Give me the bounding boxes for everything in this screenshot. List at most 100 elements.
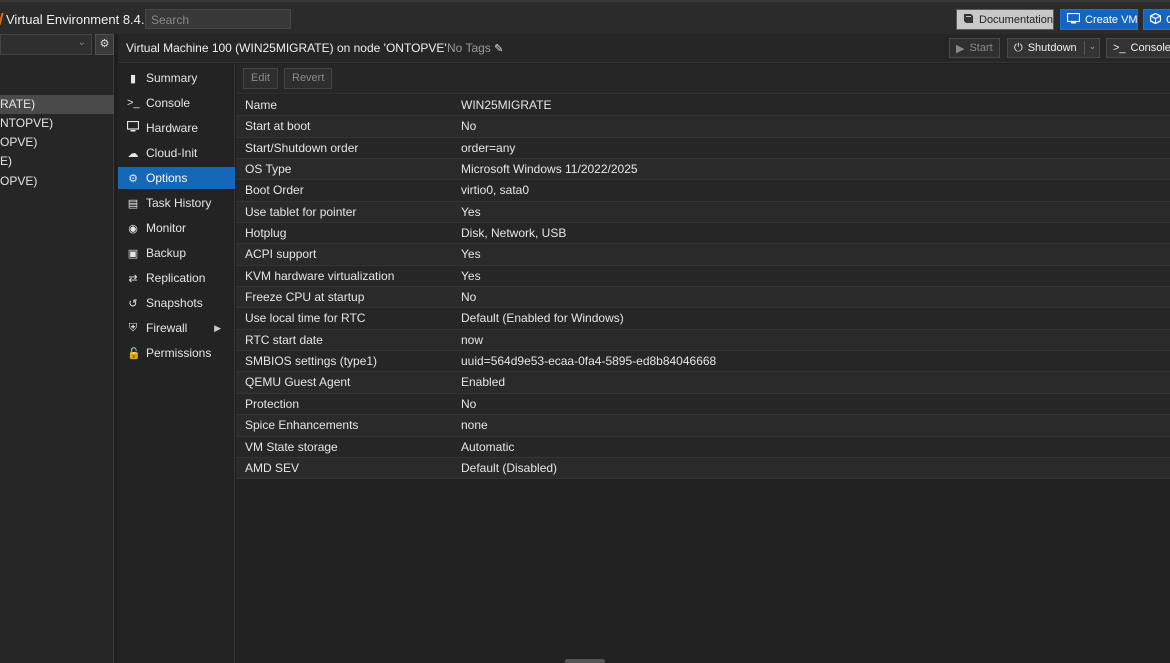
- table-row[interactable]: Use local time for RTC Default (Enabled f…: [236, 308, 1170, 330]
- vm-tags[interactable]: No Tags ✎: [447, 41, 503, 55]
- horizontal-scrollbar[interactable]: [565, 659, 605, 663]
- console-label: Console: [1130, 42, 1170, 54]
- nav-item-label: Snapshots: [146, 296, 203, 310]
- nav-item-snapshots[interactable]: ↺ Snapshots: [118, 292, 235, 314]
- edit-button[interactable]: Edit: [243, 68, 278, 89]
- nav-item-options[interactable]: ⚙ Options: [118, 167, 235, 189]
- option-key: Hotplug: [245, 226, 287, 241]
- nav-item-monitor[interactable]: ◉ Monitor: [118, 217, 235, 239]
- start-button[interactable]: ▶ Start: [949, 38, 1000, 58]
- nav-item-backup[interactable]: ▣ Backup: [118, 242, 235, 264]
- nav-item-cloud-init[interactable]: ☁ Cloud-Init: [118, 142, 235, 164]
- pencil-icon[interactable]: ✎: [494, 43, 503, 55]
- nav-item-label: Cloud-Init: [146, 146, 198, 160]
- documentation-label: Documentation: [979, 13, 1053, 26]
- table-row[interactable]: RTC start date now: [236, 329, 1170, 352]
- documentation-button[interactable]: Documentation: [956, 9, 1054, 30]
- nav-item-label: Replication: [146, 271, 206, 285]
- option-value: WIN25MIGRATE: [461, 98, 552, 112]
- option-key: Start at boot: [245, 119, 311, 134]
- nav-item-permissions[interactable]: 🔓 Permissions: [118, 342, 235, 364]
- top-header: Virtual Environment 8.4.1 Search Documen…: [0, 0, 1170, 34]
- vm-side-nav: ▮ Summary >_ Console Hardware ☁ Cloud-In…: [118, 64, 235, 663]
- table-row[interactable]: Start at boot No: [236, 116, 1170, 138]
- shield-icon: ⛨: [128, 321, 138, 334]
- play-icon: ▶: [956, 42, 965, 55]
- terminal-icon: >_: [127, 97, 140, 109]
- table-row[interactable]: Freeze CPU at startup No: [236, 287, 1170, 309]
- option-value: order=any: [461, 140, 516, 155]
- table-row[interactable]: Name WIN25MIGRATE: [236, 95, 1170, 117]
- vm-header-bar: Virtual Machine 100 (WIN25MIGRATE) on no…: [118, 34, 1170, 63]
- table-row[interactable]: Hotplug Disk, Network, USB: [236, 223, 1170, 245]
- table-row[interactable]: Spice Enhancements none: [236, 415, 1170, 437]
- option-key: Spice Enhancements: [245, 418, 359, 433]
- nav-item-label: Monitor: [146, 221, 187, 235]
- nav-item-summary[interactable]: ▮ Summary: [118, 67, 235, 89]
- tags-label: No Tags: [447, 41, 491, 55]
- table-row[interactable]: VM State storage Automatic: [236, 436, 1170, 458]
- proxmox-logo-icon: [0, 13, 6, 25]
- table-row[interactable]: SMBIOS settings (type1) uuid=564d9e53-eca…: [236, 351, 1170, 373]
- nav-item-task-history[interactable]: ▤ Task History: [118, 192, 235, 214]
- expand-arrow-icon[interactable]: ▶: [214, 323, 221, 334]
- option-value: Yes: [461, 247, 481, 262]
- search-input[interactable]: Search: [145, 9, 291, 29]
- nav-item-label: Firewall: [146, 321, 188, 335]
- option-value: none: [461, 418, 488, 433]
- table-row[interactable]: Boot Order virtio0, sata0: [236, 180, 1170, 202]
- console-button[interactable]: >_ Console: [1106, 38, 1170, 58]
- option-key: KVM hardware virtualization: [245, 268, 395, 283]
- create-ct-button[interactable]: C: [1143, 9, 1170, 30]
- table-row[interactable]: KVM hardware virtualization Yes: [236, 265, 1170, 288]
- table-row[interactable]: Start/Shutdown order order=any: [236, 137, 1170, 160]
- chevron-down-icon: ⌄: [77, 37, 86, 48]
- nav-item-label: Summary: [146, 71, 198, 85]
- options-toolbar: Edit Revert: [236, 64, 1170, 94]
- nav-item-hardware[interactable]: Hardware: [118, 117, 235, 139]
- tree-item[interactable]: OPVE): [0, 172, 114, 191]
- option-key: Use local time for RTC: [245, 311, 366, 326]
- nav-item-replication[interactable]: ⇄ Replication: [118, 267, 235, 289]
- tree-item[interactable]: OPVE): [0, 133, 114, 152]
- table-row[interactable]: Protection No: [236, 393, 1170, 416]
- nav-item-firewall[interactable]: ⛨ Firewall ▶: [118, 317, 235, 339]
- option-key: Protection: [245, 396, 300, 411]
- nav-item-label: Options: [146, 171, 188, 185]
- table-row[interactable]: QEMU Guest Agent Enabled: [236, 372, 1170, 394]
- chevron-down-icon[interactable]: ⌄: [1083, 41, 1096, 55]
- gear-icon: ⚙: [99, 38, 110, 50]
- nav-item-console[interactable]: >_ Console: [118, 92, 235, 114]
- shutdown-button[interactable]: ⏻ Shutdown ⌄: [1007, 38, 1100, 58]
- create-vm-button[interactable]: Create VM: [1060, 9, 1138, 30]
- table-row[interactable]: OS Type Microsoft Windows 11/2022/2025: [236, 159, 1170, 181]
- server-view-select[interactable]: ⌄: [0, 34, 92, 55]
- option-key: AMD SEV: [245, 460, 300, 475]
- tree-item-vm-100[interactable]: RATE): [0, 95, 114, 114]
- option-value: Disk, Network, USB: [461, 226, 567, 241]
- nav-item-label: Backup: [146, 246, 187, 260]
- option-key: Use tablet for pointer: [245, 204, 357, 219]
- list-icon: ▤: [127, 197, 139, 210]
- floppy-icon: ▣: [127, 247, 139, 260]
- option-key: OS Type: [245, 162, 292, 177]
- option-value: uuid=564d9e53-ecaa-0fa4-5895-ed8b8404666…: [461, 354, 717, 369]
- table-row[interactable]: Use tablet for pointer Yes: [236, 201, 1170, 224]
- option-value: No: [461, 119, 477, 134]
- gear-icon: ⚙: [128, 172, 138, 185]
- revert-button[interactable]: Revert: [284, 68, 333, 89]
- tree-item[interactable]: E): [0, 152, 114, 171]
- option-value: virtio0, sata0: [461, 183, 530, 198]
- option-key: Boot Order: [245, 183, 304, 198]
- option-value: Default (Enabled for Windows): [461, 311, 624, 326]
- vm-title: Virtual Machine 100 (WIN25MIGRATE) on no…: [126, 41, 447, 55]
- table-row[interactable]: ACPI support Yes: [236, 244, 1170, 266]
- table-row[interactable]: AMD SEV Default (Disabled): [236, 457, 1170, 480]
- nav-item-label: Task History: [146, 196, 212, 210]
- option-value: Default (Disabled): [461, 460, 558, 475]
- eye-icon: ◉: [128, 222, 138, 235]
- option-key: Name: [245, 98, 278, 112]
- tree-settings-button[interactable]: ⚙: [95, 34, 114, 55]
- tree-item[interactable]: NTOPVE): [0, 114, 114, 133]
- monitor-icon: [126, 120, 140, 135]
